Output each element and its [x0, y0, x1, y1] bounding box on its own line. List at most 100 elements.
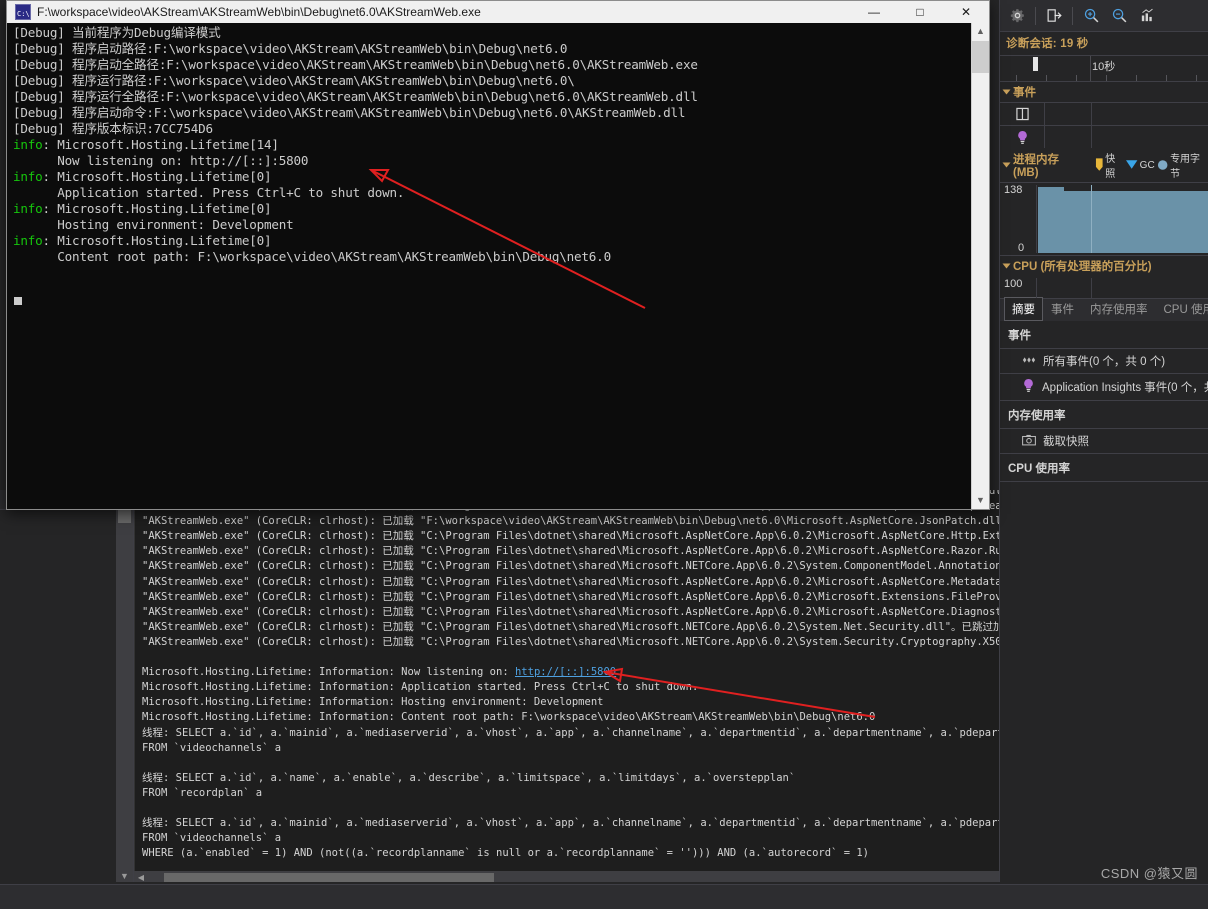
- memory-series-peak: [1038, 187, 1064, 253]
- memory-legend-label-2: 专用字节: [1170, 154, 1201, 180]
- lightbulb-icon: [1000, 130, 1044, 145]
- console-line: [Debug] 程序启动命令:F:\workspace\video\AKStre…: [13, 105, 686, 120]
- diagnostics-toolbar: [1000, 0, 1208, 32]
- timeline-position-marker[interactable]: [1033, 57, 1038, 71]
- pause-icon: [1000, 107, 1044, 121]
- console-line: Content root path: F:\workspace\video\AK…: [13, 249, 611, 264]
- console-line: Now listening on: http://[::]:5800: [13, 153, 309, 168]
- select-counters-icon[interactable]: [1134, 4, 1160, 28]
- cpu-track-header[interactable]: CPU (所有处理器的百分比): [1000, 256, 1208, 276]
- snapshot-marker-icon: [1095, 158, 1103, 171]
- memory-legend-label-0: 快照: [1105, 154, 1116, 180]
- insights-lane-track: [1044, 126, 1208, 148]
- console-line: info: Microsoft.Hosting.Lifetime[0]: [13, 169, 272, 184]
- cpu-usage-graph[interactable]: 100: [1000, 276, 1208, 298]
- timeline-ruler[interactable]: 10秒: [1000, 55, 1208, 82]
- summary-row-all-events[interactable]: 所有事件(0 个，共 0 个): [1000, 349, 1208, 374]
- console-line: Application started. Press Ctrl+C to shu…: [13, 185, 405, 200]
- toolbar-separator: [1072, 6, 1073, 25]
- summary-cpu-header: CPU 使用率: [1000, 454, 1208, 482]
- ruler-tick: [1196, 75, 1197, 81]
- cpu-axis-max: 100: [1004, 278, 1023, 290]
- memory-axis-min: 0: [1018, 242, 1025, 254]
- status-bar: [0, 884, 1208, 909]
- console-log-level: info: [13, 169, 43, 184]
- private-bytes-marker-icon: [1157, 160, 1168, 170]
- console-scrollbar[interactable]: ▲ ▼: [971, 23, 989, 509]
- diagnostic-session-label: 诊断会话: 19 秒: [1006, 38, 1089, 50]
- console-line: [Debug] 程序启动全路径:F:\workspace\video\AKStr…: [13, 57, 698, 72]
- console-window-title: F:\workspace\video\AKStream\AKStreamWeb\…: [37, 5, 481, 19]
- zoom-in-icon[interactable]: [1078, 4, 1104, 28]
- console-line: Hosting environment: Development: [13, 217, 294, 232]
- memory-gridline: [1091, 185, 1092, 253]
- ruler-tick: [1136, 75, 1137, 81]
- memory-track-header[interactable]: 进程内存 (MB) 快照 GC 专用字节: [1000, 148, 1208, 182]
- console-line: info: Microsoft.Hosting.Lifetime[0]: [13, 233, 272, 248]
- scroll-down-icon[interactable]: ▼: [972, 492, 989, 509]
- memory-plot-area: [1036, 185, 1208, 253]
- memory-axis-max: 138: [1004, 184, 1023, 196]
- summary-app-insights-label: Application Insights 事件(0 个，共: [1042, 382, 1208, 394]
- console-line: [Debug] 当前程序为Debug编译模式: [13, 25, 221, 40]
- cpu-track-label: CPU (所有处理器的百分比): [1013, 261, 1152, 273]
- summary-events-header: 事件: [1000, 321, 1208, 349]
- ruler-tick: [1166, 75, 1167, 81]
- tab-cpu-usage[interactable]: CPU 使用率: [1156, 297, 1208, 321]
- console-line: info: Microsoft.Hosting.Lifetime[14]: [13, 137, 279, 152]
- chevron-down-icon[interactable]: [1002, 89, 1011, 95]
- memory-track-label: 进程内存 (MB): [1013, 154, 1059, 179]
- memory-legend: 快照 GC 专用字节: [1095, 150, 1208, 180]
- chevron-down-icon[interactable]: [1002, 162, 1011, 168]
- console-caret: [14, 297, 22, 305]
- left-tool-window: 类型 ▼: [0, 490, 134, 885]
- events-lane-insights: [1000, 125, 1208, 148]
- toolbar-separator: [1035, 6, 1036, 25]
- scroll-down-icon[interactable]: ▼: [116, 871, 133, 881]
- events-icon: [1022, 355, 1036, 368]
- events-lane-track: [1044, 103, 1208, 125]
- events-track-label: 事件: [1013, 87, 1036, 99]
- summary-row-app-insights[interactable]: Application Insights 事件(0 个，共: [1000, 374, 1208, 401]
- console-line: [Debug] 程序启动路径:F:\workspace\video\AKStre…: [13, 41, 568, 56]
- lightbulb-icon: [1022, 378, 1035, 396]
- tab-summary[interactable]: 摘要: [1004, 297, 1043, 321]
- console-body[interactable]: [Debug] 当前程序为Debug编译模式 [Debug] 程序启动路径:F:\…: [7, 23, 989, 509]
- summary-memory-header: 内存使用率: [1000, 401, 1208, 429]
- console-log-level: info: [13, 137, 43, 152]
- console-line: [Debug] 程序运行路径:F:\workspace\video\AKStre…: [13, 73, 575, 88]
- chevron-down-icon[interactable]: [1002, 263, 1011, 269]
- ruler-tick: [1046, 75, 1047, 81]
- export-icon[interactable]: [1041, 4, 1067, 28]
- left-dock-scroll-thumb[interactable]: [118, 509, 131, 523]
- settings-icon[interactable]: [1004, 4, 1030, 28]
- console-scroll-thumb[interactable]: [972, 41, 989, 73]
- ruler-label-10s: 10秒: [1092, 61, 1116, 73]
- left-dock-scrollbar[interactable]: ▼: [116, 509, 133, 885]
- diagnostic-tools-panel: 诊断会话: 19 秒 10秒 事件 进程内存 (MB) 快照 GC 专用字节 1…: [999, 0, 1208, 885]
- tab-memory-usage[interactable]: 内存使用率: [1082, 297, 1156, 321]
- tab-events[interactable]: 事件: [1043, 297, 1082, 321]
- minimize-button[interactable]: —: [851, 1, 897, 23]
- gc-marker-icon: [1126, 160, 1138, 169]
- watermark: CSDN @猿又圆: [1100, 866, 1198, 881]
- timeline-gridline: [1090, 56, 1091, 81]
- events-track-header[interactable]: 事件: [1000, 82, 1208, 102]
- console-output-text: [Debug] 当前程序为Debug编译模式 [Debug] 程序启动路径:F:\…: [13, 25, 969, 265]
- ruler-tick: [1106, 75, 1107, 81]
- summary-row-take-snapshot[interactable]: 截取快照: [1000, 429, 1208, 454]
- diagnostics-tab-strip: 摘要 事件 内存使用率 CPU 使用率: [1000, 297, 1208, 321]
- maximize-button[interactable]: □: [897, 1, 943, 23]
- camera-icon: [1022, 434, 1036, 449]
- process-memory-graph[interactable]: 138 0: [1000, 182, 1208, 256]
- output-link[interactable]: http://[::]:5800: [515, 666, 616, 678]
- console-line: [Debug] 程序版本标识:7CC754D6: [13, 121, 213, 136]
- zoom-out-icon[interactable]: [1106, 4, 1132, 28]
- scroll-up-icon[interactable]: ▲: [972, 23, 989, 40]
- console-titlebar[interactable]: C:\ F:\workspace\video\AKStream\AKStream…: [7, 1, 989, 23]
- events-lane-breaks: [1000, 102, 1208, 125]
- console-window[interactable]: C:\ F:\workspace\video\AKStream\AKStream…: [6, 0, 990, 510]
- close-button[interactable]: ✕: [943, 1, 989, 23]
- memory-legend-label-1: GC: [1139, 159, 1155, 171]
- ruler-tick: [1016, 75, 1017, 81]
